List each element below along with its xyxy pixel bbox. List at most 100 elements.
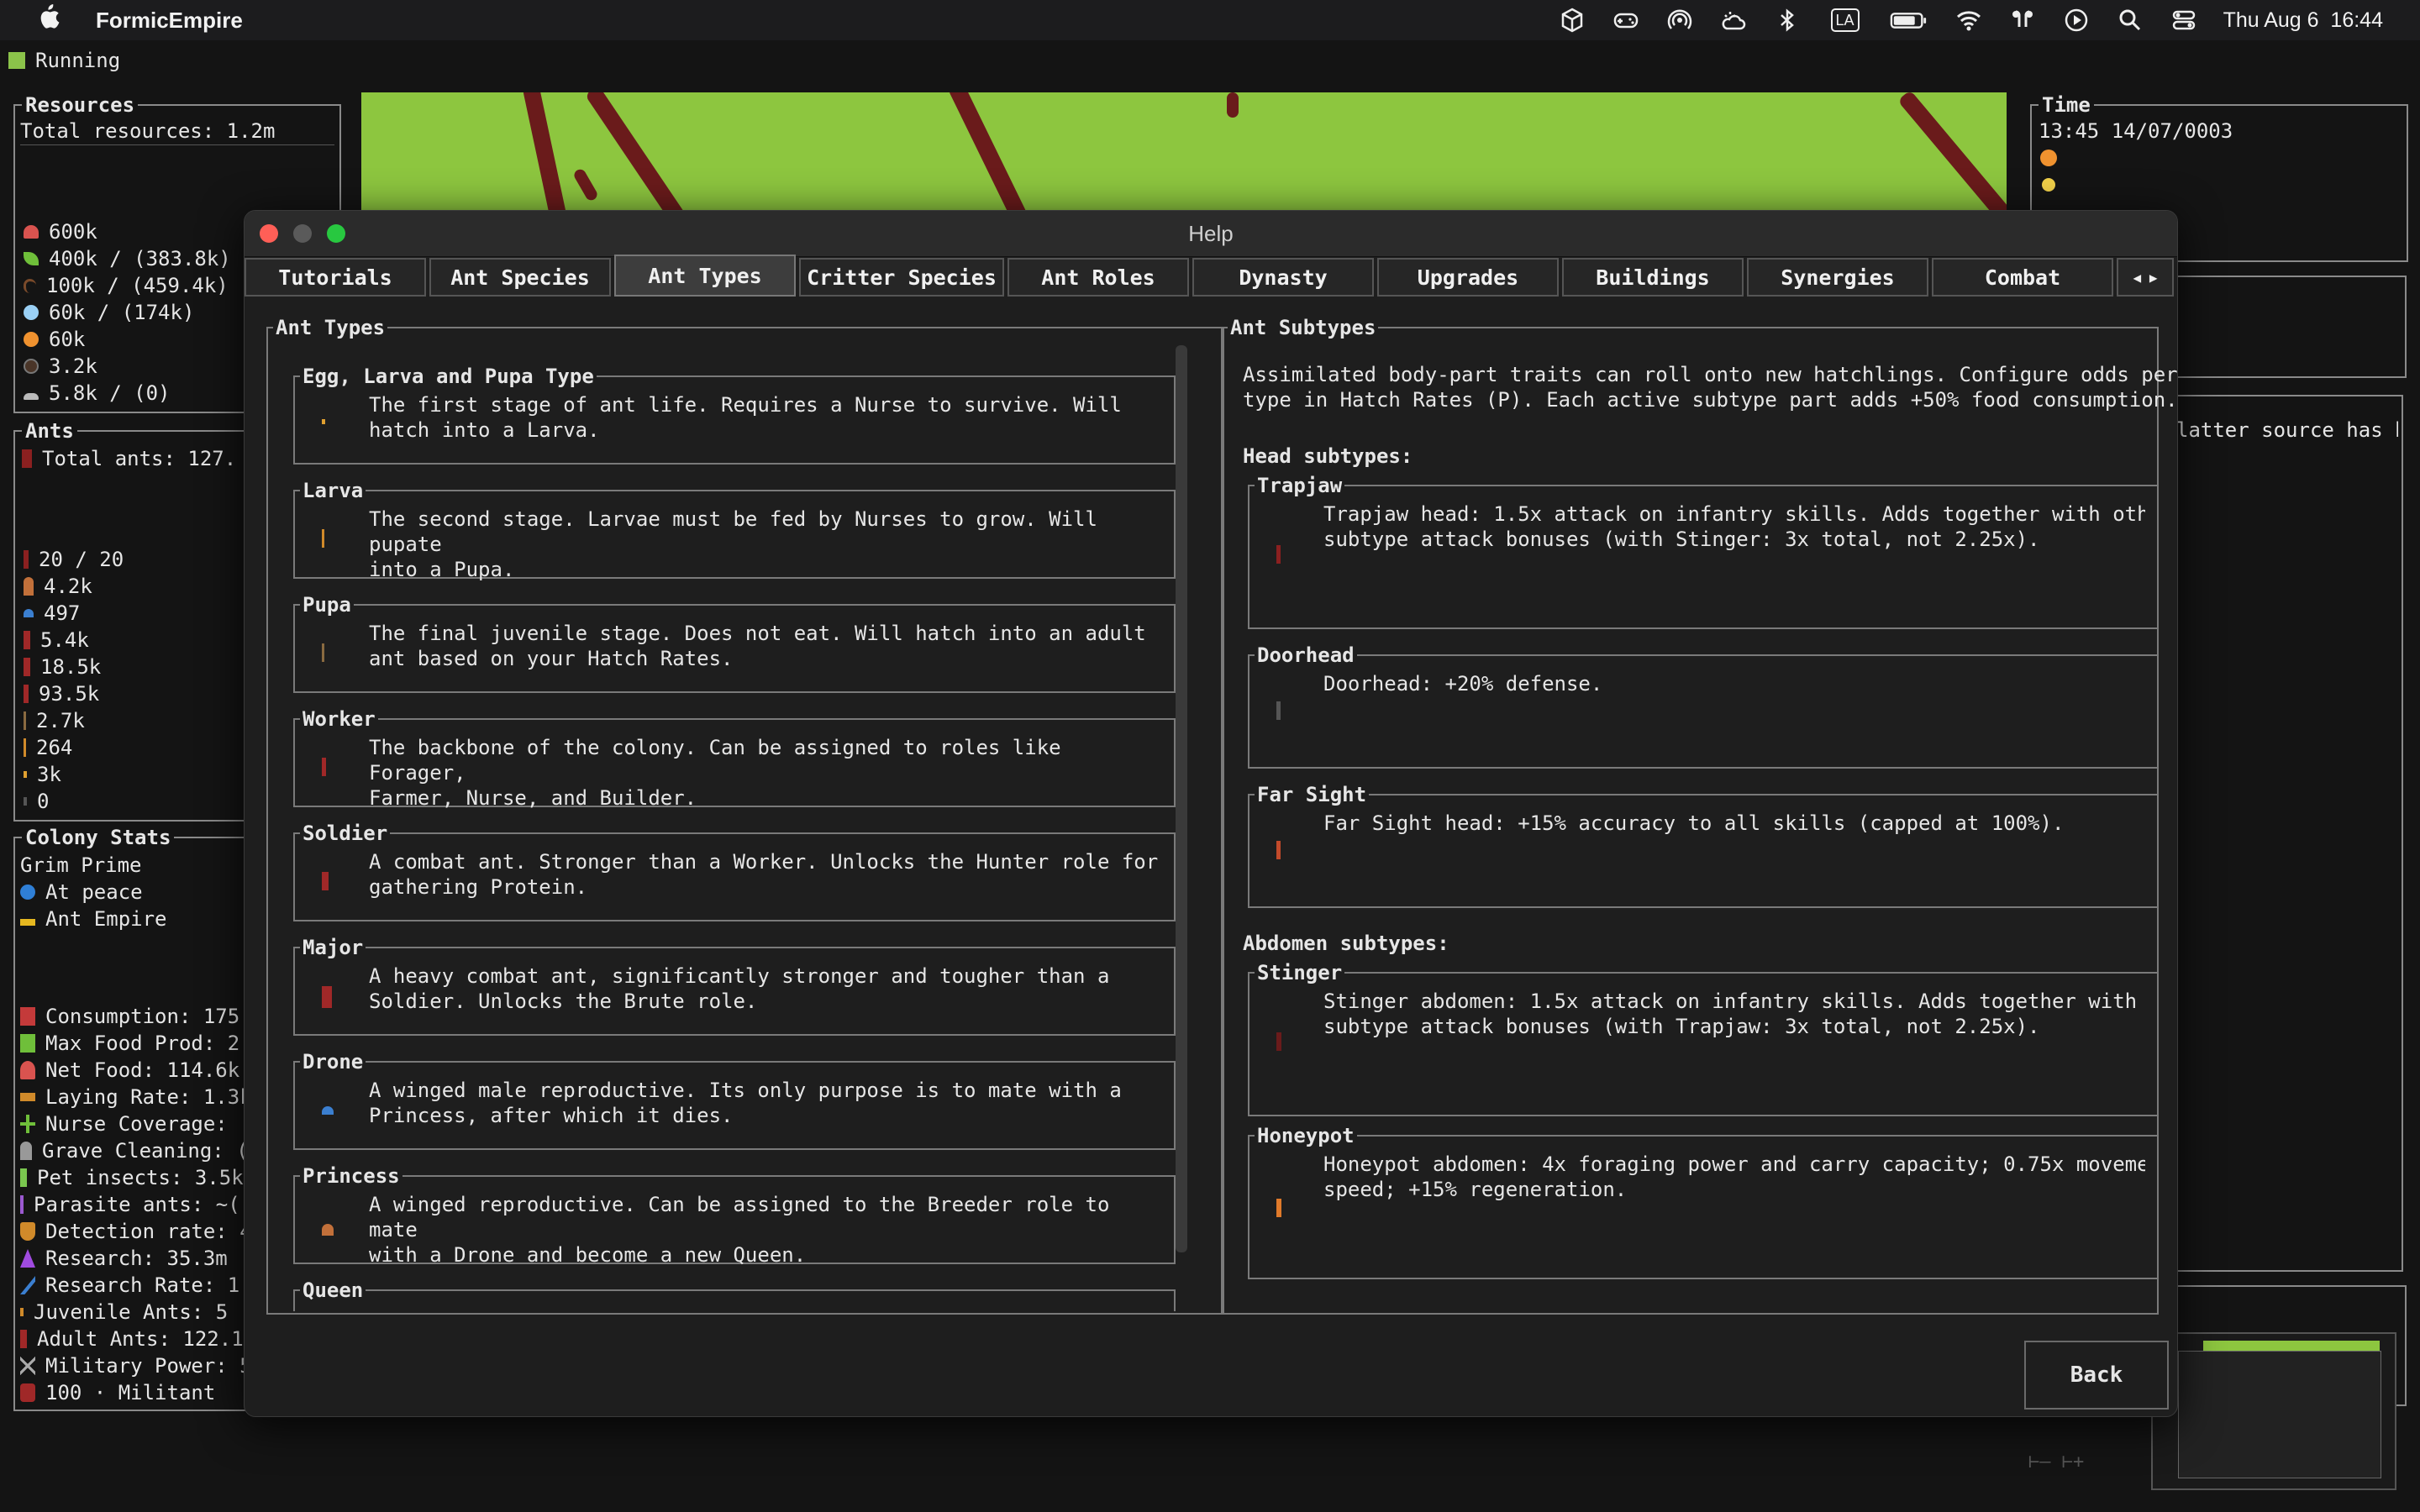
subtype-description: Trapjaw head: 1.5x attack on infantry sk… [1323, 501, 2145, 552]
ants-title: Ants [22, 418, 77, 444]
stat-value: Net Food: 114.6k [45, 1058, 240, 1082]
subtype-card: Far Sight Far Sight head: +15% accuracy … [1248, 782, 2157, 908]
laying-rate-icon [20, 1093, 35, 1101]
app-name-menu[interactable]: FormicEmpire [96, 8, 243, 34]
resources-title: Resources [22, 92, 139, 118]
cube-icon[interactable] [1558, 6, 1586, 34]
ant-type-name: Worker [300, 706, 378, 732]
honeypot-icon [1276, 1199, 1281, 1217]
stat-row: Max Food Prod: 2 [20, 1030, 252, 1057]
description-line: A combat ant. Stronger than a Worker. Un… [369, 850, 1159, 874]
tab-ant-roles[interactable]: Ant Roles [1007, 258, 1189, 297]
stat-value: Research Rate: 1 [45, 1273, 240, 1297]
stat-value: Detection rate: 4 [45, 1220, 252, 1243]
gamepad-icon[interactable] [1612, 6, 1640, 34]
consumption-icon [20, 1007, 35, 1026]
tab-buildings[interactable]: Buildings [1562, 258, 1744, 297]
window-thumbnail[interactable] [2151, 1332, 2396, 1490]
trapjaw-icon [1276, 545, 1281, 564]
stat-value: Max Food Prod: 2 [45, 1032, 240, 1055]
tab-dynasty[interactable]: Dynasty [1192, 258, 1374, 297]
colony-name: Grim Prime [20, 853, 142, 877]
ant-type-name: Drone [300, 1049, 366, 1074]
stat-row: Nurse Coverage: ( [20, 1110, 252, 1137]
description-line: hatch into a Larva. [369, 418, 600, 442]
menubar-clock[interactable]: Thu Aug 6 16:44 [2223, 8, 2383, 33]
help-tabs: Tutorials Ant Species Ant Types Critter … [245, 255, 2177, 302]
ant-count-row: 2.7k [24, 707, 124, 734]
play-icon[interactable] [2062, 6, 2091, 34]
juvenile-icon [20, 1308, 24, 1316]
larva-icon [24, 738, 26, 757]
description-line: Stinger abdomen: 1.5x attack on infantry… [1323, 990, 2145, 1013]
subtype-name: Doorhead [1255, 643, 1357, 668]
bluetooth-icon[interactable] [1773, 6, 1802, 34]
ant-type-name: Egg, Larva and Pupa Type [300, 364, 597, 389]
tab-critter-species[interactable]: Critter Species [799, 258, 1004, 297]
log-panel[interactable]: latter source has be [2176, 395, 2403, 1272]
help-window: Help Tutorials Ant Species Ant Types Cri… [244, 210, 2178, 1417]
tab-combat[interactable]: Combat [1932, 258, 2113, 297]
battery-icon[interactable] [1889, 6, 1929, 34]
ant-count: 264 [36, 736, 73, 759]
ant-count: 93.5k [39, 682, 100, 706]
ant-icon [24, 631, 30, 649]
pupa-icon [322, 643, 324, 662]
stat-row: 100 · Militant [20, 1379, 252, 1406]
description-line: The backbone of the colony. Can be assig… [369, 736, 1061, 785]
subtype-card: Trapjaw Trapjaw head: 1.5x attack on inf… [1248, 473, 2157, 629]
ant-icon [24, 550, 29, 569]
far-sight-icon [1276, 841, 1281, 859]
airpods-icon[interactable] [2008, 6, 2037, 34]
tab-upgrades[interactable]: Upgrades [1377, 258, 1559, 297]
colony-map[interactable] [361, 92, 2007, 210]
subtype-card: Honeypot Honeypot abdomen: 4x foraging p… [1248, 1123, 2157, 1279]
description-line: Honeypot abdomen: 4x foraging power and … [1323, 1152, 2145, 1176]
intro-line: type in Hatch Rates (P). Each active sub… [1243, 388, 2178, 412]
airdrop-icon[interactable] [1665, 6, 1694, 34]
resource-value: 60k [49, 328, 86, 351]
ant-icon [24, 577, 34, 596]
apple-icon[interactable] [34, 3, 62, 37]
ant-count: 2.7k [36, 709, 85, 732]
wifi-icon[interactable] [1954, 6, 1983, 34]
tab-ant-types[interactable]: Ant Types [614, 255, 796, 297]
back-button[interactable]: Back [2024, 1341, 2169, 1410]
stat-row: Net Food: 114.6k [20, 1057, 252, 1084]
ant-trail [522, 92, 571, 210]
ant-type-name: Queen [300, 1278, 366, 1303]
stat-row: Juvenile Ants: 5 [20, 1299, 252, 1326]
search-icon[interactable] [2116, 6, 2144, 34]
ant-sprite [571, 167, 600, 202]
subtype-name: Honeypot [1255, 1123, 1357, 1148]
stat-row: Detection rate: 4 [20, 1218, 252, 1245]
dirt-icon [24, 359, 39, 374]
control-center-icon[interactable] [2170, 6, 2198, 34]
ant-type-card: Major A heavy combat ant, significantly … [293, 935, 1176, 1036]
tab-scroll-arrows[interactable]: ◀ ▶ [2117, 258, 2174, 297]
tab-synergies[interactable]: Synergies [1747, 258, 1928, 297]
menu-bar: FormicEmpire LA Thu Aug 6 16:44 [0, 0, 2420, 40]
ant-count: 20 / 20 [39, 548, 124, 571]
weather-icon[interactable] [1719, 6, 1748, 34]
tab-ant-species[interactable]: Ant Species [429, 258, 611, 297]
stat-value: Adult Ants: 122.1 [37, 1327, 244, 1351]
stone-icon [24, 393, 39, 400]
orange-icon [24, 332, 39, 347]
resource-row: 60k / (174k) [24, 299, 231, 326]
zoom-controls[interactable]: ⊢— ⊢+ [2028, 1452, 2084, 1473]
input-source-icon[interactable]: LA [1827, 6, 1864, 34]
ant-type-description: The backbone of the colony. Can be assig… [369, 735, 1162, 811]
ant-type-card: Egg, Larva and Pupa Type The first stage… [293, 364, 1176, 465]
ant-types-scrollbar[interactable] [1176, 345, 1187, 1252]
subtype-card: Doorhead Doorhead: +20% defense. [1248, 643, 2157, 769]
stat-row: Military Power: 5 [20, 1352, 252, 1379]
colony-empire-row: Ant Empire [20, 906, 167, 932]
research-rate-icon [20, 1276, 35, 1294]
ant-type-name: Larva [300, 478, 366, 503]
tab-tutorials[interactable]: Tutorials [245, 258, 426, 297]
ant-icon [22, 449, 32, 468]
events-panel [2176, 276, 2407, 378]
subtype-name: Trapjaw [1255, 473, 1345, 498]
ant-type-description: A winged reproductive. Can be assigned t… [369, 1192, 1162, 1268]
